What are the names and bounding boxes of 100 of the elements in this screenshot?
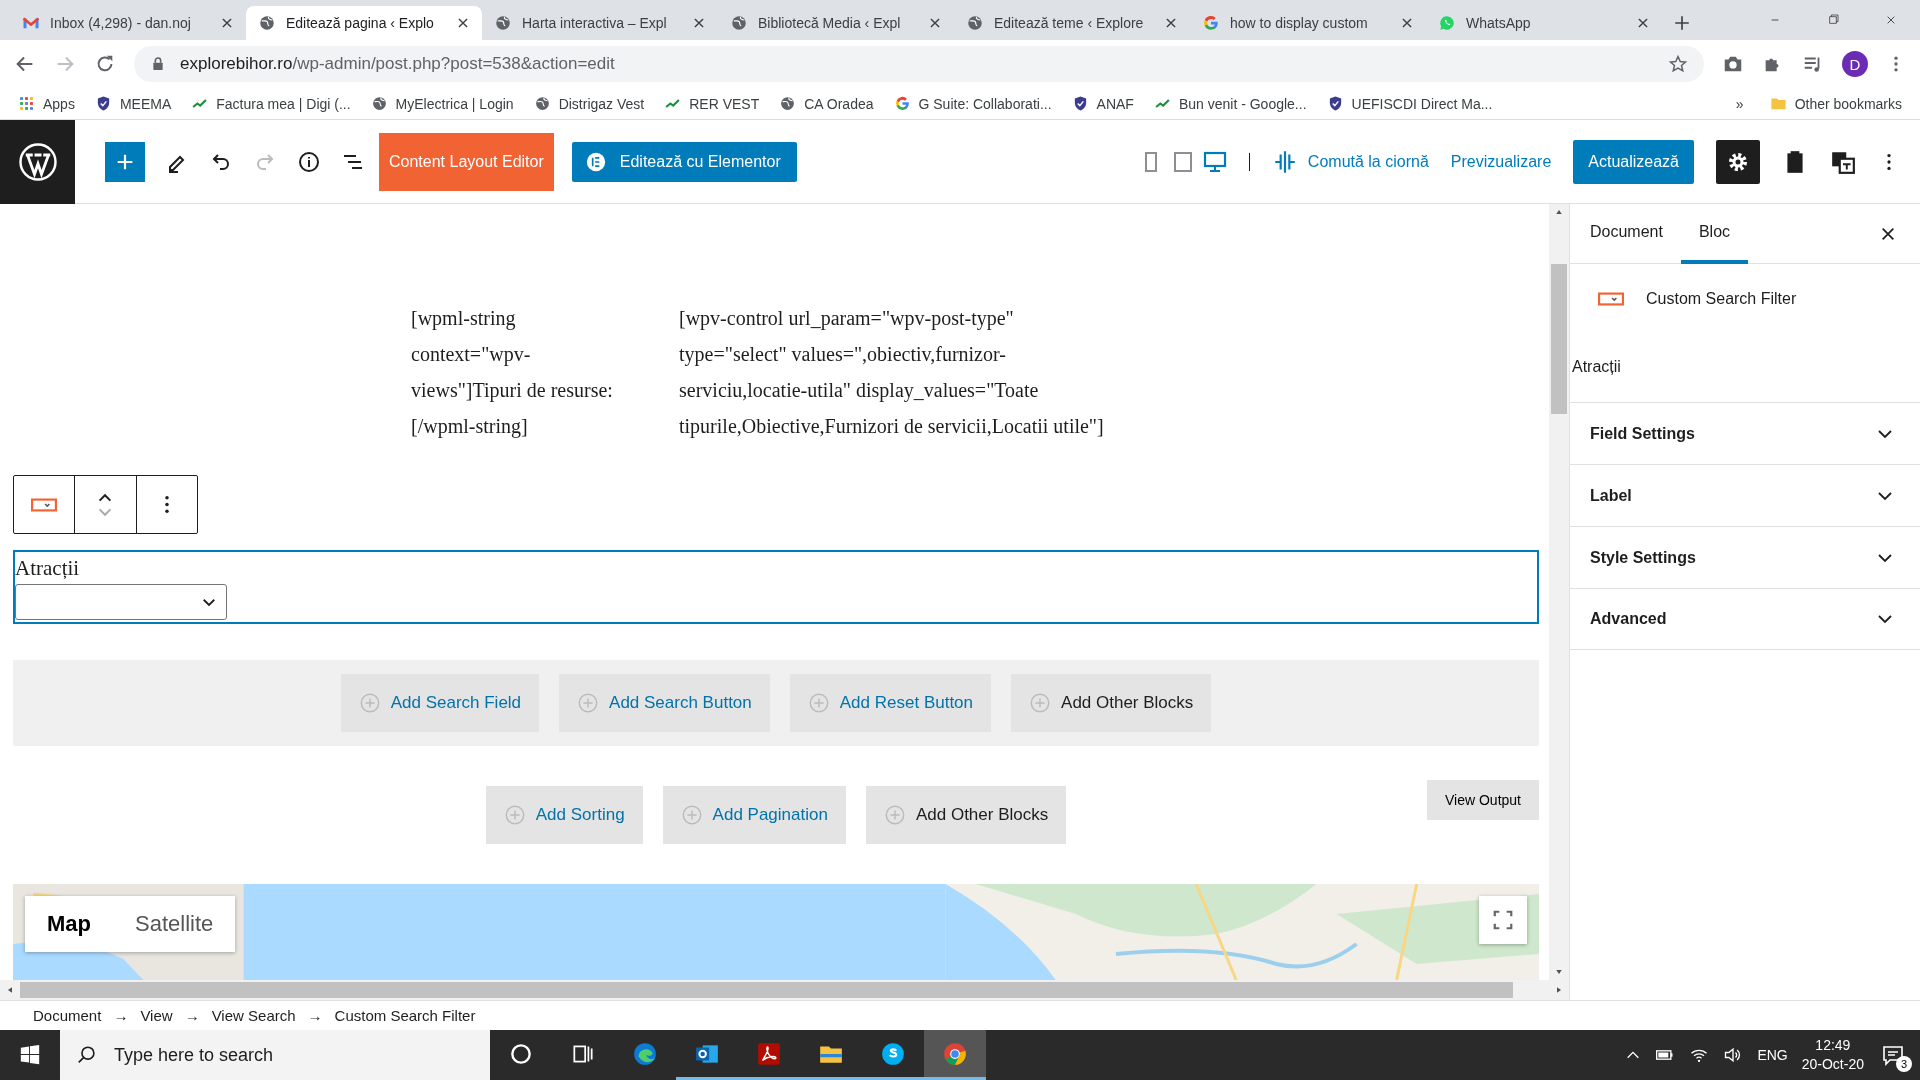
selected-block[interactable]: Atracții: [13, 550, 1539, 624]
map-type-button[interactable]: Map: [25, 896, 113, 952]
right-arrow-icon[interactable]: [1555, 985, 1563, 995]
close-icon[interactable]: [928, 16, 942, 30]
filter-label: Atracții: [15, 555, 80, 582]
tab-title: Editează teme ‹ Explore: [994, 15, 1145, 31]
search-icon: [76, 1044, 98, 1066]
more-bookmarks-link[interactable]: »: [1735, 95, 1744, 112]
vertical-scrollbar[interactable]: [1549, 204, 1569, 980]
block-title: Custom Search Filter: [1646, 290, 1797, 308]
plus-icon[interactable]: [1673, 14, 1691, 32]
globe-icon[interactable]: [533, 95, 551, 112]
add-button[interactable]: Add Reset Button: [789, 674, 992, 732]
bookmark-link[interactable]: ANAF: [1096, 95, 1134, 112]
close-button[interactable]: [1880, 225, 1896, 242]
bookmark-link[interactable]: MyElectrica | Login: [395, 95, 514, 112]
close-icon[interactable]: [1400, 16, 1414, 30]
down-arrow-icon[interactable]: [1554, 968, 1564, 976]
apps-icon[interactable]: [18, 95, 35, 112]
tab-title: Inbox (4,298) - dan.noj: [50, 15, 192, 31]
bookmark-link[interactable]: MEEMA: [119, 95, 172, 112]
wordpress-logo-icon[interactable]: [16, 140, 59, 183]
globe-icon: [494, 14, 512, 32]
add-button[interactable]: Add Other Blocks: [865, 786, 1067, 844]
settings-button[interactable]: [1716, 139, 1760, 184]
clock-time[interactable]: 12:49: [1815, 1036, 1851, 1055]
add-button[interactable]: Add Search Button: [559, 674, 770, 732]
globe-icon: [258, 14, 276, 32]
field-label: Atracții: [1572, 358, 1621, 375]
plus-circle-icon: [807, 692, 830, 714]
draft-link[interactable]: Comută la ciornă: [1271, 148, 1429, 175]
add-button[interactable]: Add Other Blocks: [1011, 674, 1212, 732]
bookmark-link[interactable]: Other bookmarks: [1794, 95, 1902, 112]
language-indicator[interactable]: ENG: [1757, 1047, 1788, 1063]
bookmark-link[interactable]: G Suite: Collaborati...: [918, 95, 1052, 112]
select-field[interactable]: [15, 584, 227, 620]
info-icon[interactable]: [297, 149, 321, 174]
bookmark-link[interactable]: RER VEST: [689, 95, 760, 112]
windows-start-icon[interactable]: [19, 1044, 41, 1066]
close-icon[interactable]: [1636, 16, 1650, 30]
clock-date[interactable]: 20-Oct-20: [1801, 1055, 1864, 1074]
bookmark-link[interactable]: Distrigaz Vest: [558, 95, 645, 112]
bookmark-link[interactable]: UEFISCDI Direct Ma...: [1351, 95, 1493, 112]
bookmark-link[interactable]: Bun venit - Google...: [1178, 95, 1307, 112]
close-icon[interactable]: [1164, 16, 1178, 30]
scrollbar-thumb[interactable]: [1551, 264, 1567, 414]
elementor-button[interactable]: Editează cu Elementor: [571, 141, 797, 182]
browser-tab[interactable]: WhatsApp: [1426, 6, 1662, 40]
plus-circle-icon: [503, 804, 526, 826]
panel-header[interactable]: Advanced: [1570, 588, 1920, 650]
add-block-button[interactable]: [105, 141, 145, 182]
bookmark-link[interactable]: Apps: [43, 95, 75, 112]
notification-icon[interactable]: [1881, 1043, 1905, 1067]
elementor-icon: [585, 151, 606, 172]
fullscreen-button[interactable]: [1479, 896, 1527, 944]
more-icon: [164, 496, 169, 513]
preview-link[interactable]: Previzualizare: [1450, 152, 1552, 171]
taskbar-search-field[interactable]: Type here to search: [60, 1030, 490, 1080]
globe-icon: [730, 14, 748, 32]
fullscreen-icon: [1492, 909, 1514, 931]
profile-avatar[interactable]: D: [1842, 51, 1868, 77]
desktop-preview-icon[interactable]: [1202, 149, 1227, 174]
add-button[interactable]: Add Pagination: [662, 786, 846, 844]
close-icon[interactable]: [220, 16, 234, 30]
browser-tab[interactable]: Bibliotecă Media ‹ Expl: [718, 6, 954, 40]
browser-tab[interactable]: Editează teme ‹ Explore: [954, 6, 1190, 40]
chrome-icon: [942, 1040, 968, 1067]
up-arrow-icon[interactable]: [1554, 208, 1564, 216]
browser-tab[interactable]: Editează pagina ‹ Explo: [246, 6, 482, 40]
bookmark-link[interactable]: Factura mea | Digi (...: [216, 95, 351, 112]
browser-tab[interactable]: Harta interactiva – Expl: [482, 6, 718, 40]
bookmark-link[interactable]: CA Oradea: [804, 95, 874, 112]
map-type-button[interactable]: Satellite: [113, 896, 236, 952]
breadcrumb-link[interactable]: Document: [33, 1007, 102, 1024]
view-output-button[interactable]: View Output: [1427, 780, 1539, 820]
close-icon[interactable]: [692, 16, 706, 30]
tab-title: WhatsApp: [1466, 15, 1532, 31]
skype-icon: [880, 1040, 906, 1067]
globe-icon[interactable]: [779, 95, 797, 112]
breadcrumb-link[interactable]: Custom Search Filter: [334, 1007, 476, 1024]
star-icon[interactable]: [1668, 54, 1688, 74]
globe-icon[interactable]: [370, 95, 388, 112]
breadcrumb-link[interactable]: View: [140, 1007, 173, 1024]
add-button[interactable]: Add Sorting: [485, 786, 643, 844]
horizontal-scrollbar[interactable]: [0, 980, 1569, 1000]
breadcrumb-link[interactable]: View Search: [211, 1007, 296, 1024]
scrollbar-thumb[interactable]: [20, 982, 1513, 998]
tab-title: Editează pagina ‹ Explo: [286, 15, 435, 31]
left-arrow-icon[interactable]: [6, 985, 14, 995]
sidebar-tab[interactable]: Document: [1590, 204, 1681, 264]
close-icon[interactable]: [456, 16, 470, 30]
add-button[interactable]: Add Search Field: [340, 674, 540, 732]
shortcode-text: [wpv-control url_param="wpv-post-type" type="select" values=",obiectiv,furnizor-serviciu,locatie-utila" display_values="Toate tipurile,Obiective,Furnizori de servicii,Locatii utile"]: [679, 306, 1105, 440]
browser-tab[interactable]: how to display custom: [1190, 6, 1426, 40]
update-button[interactable]: Actualizează: [1573, 139, 1694, 184]
google-icon[interactable]: [893, 95, 911, 112]
address-bar[interactable]: explorebihor.ro/wp-admin/post.php?post=538&action=edit: [134, 46, 1704, 82]
url-text: explorebihor.ro/wp-admin/post.php?post=538&action=edit: [180, 54, 615, 74]
browser-tab[interactable]: Inbox (4,298) - dan.noj: [10, 6, 246, 40]
sidebar-tab[interactable]: Bloc: [1680, 204, 1749, 264]
